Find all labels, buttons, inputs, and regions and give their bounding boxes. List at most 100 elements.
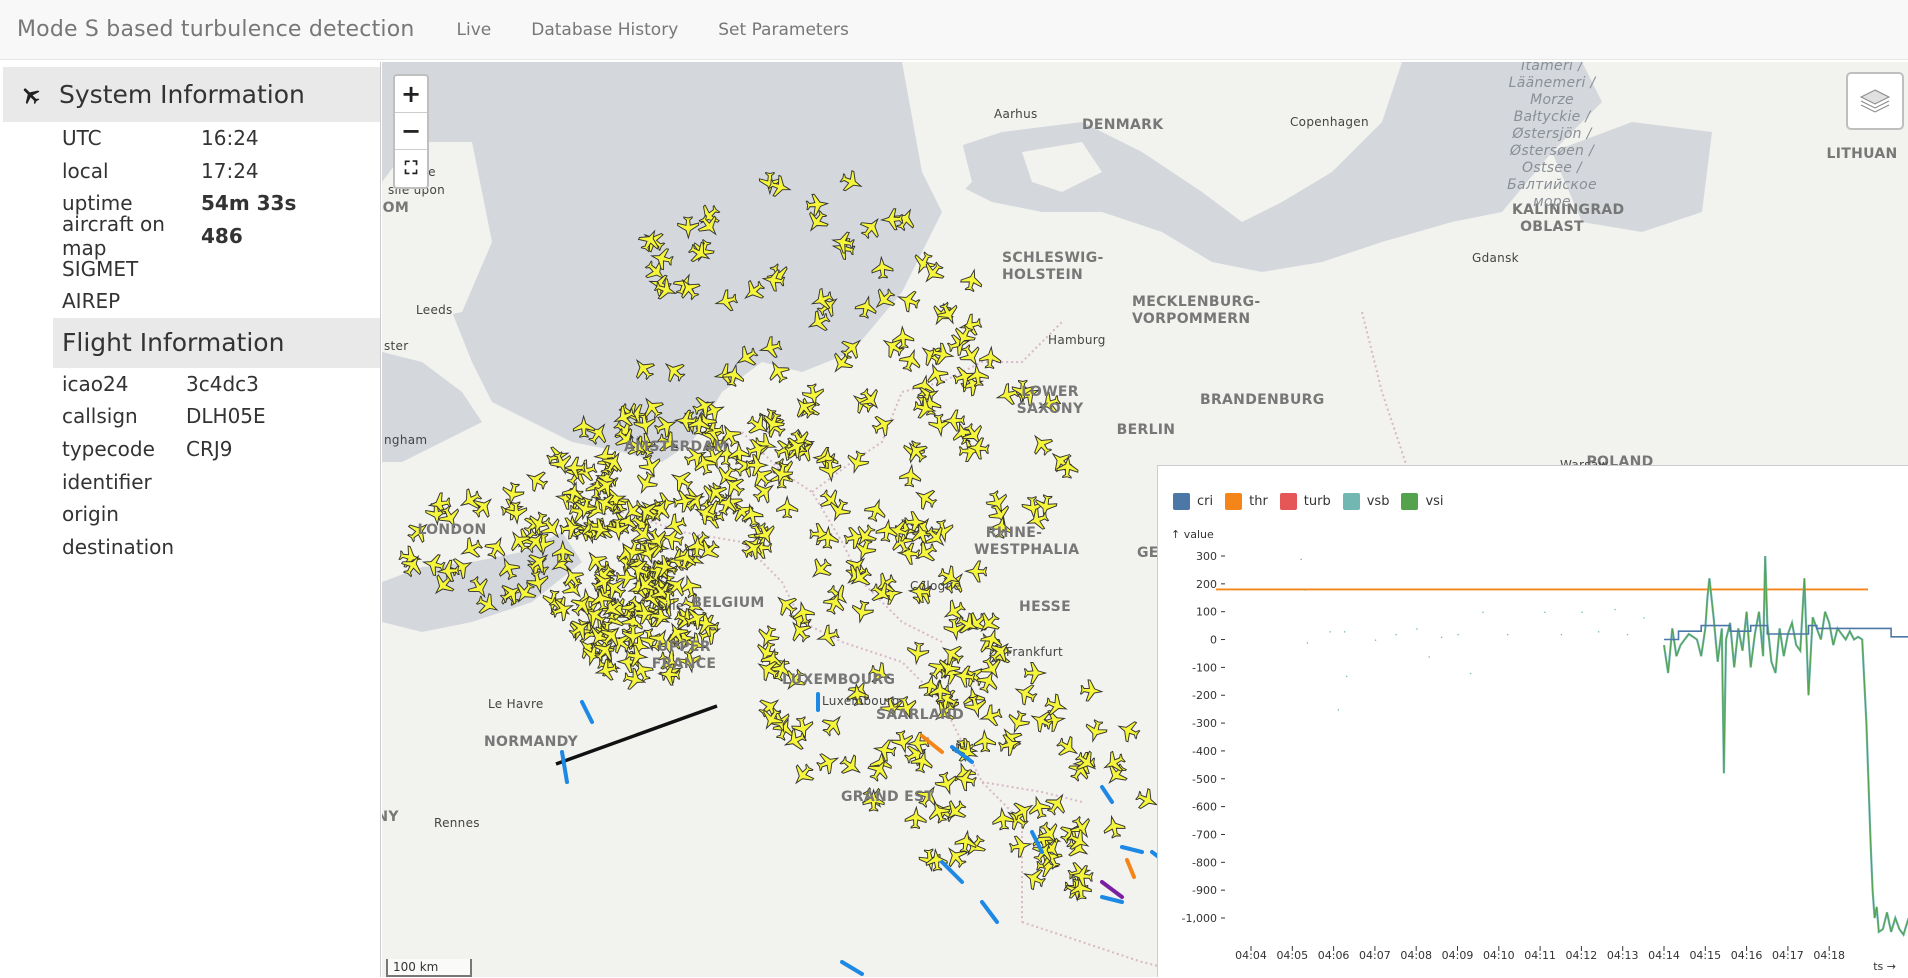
x-tick-label: 04:09 [1442, 949, 1474, 962]
aircraft-marker [907, 641, 930, 666]
legend-item-vsi[interactable]: vsi [1401, 493, 1444, 510]
turbulence-segment [560, 750, 569, 784]
system-label: AIREP [62, 289, 121, 314]
flight-value: 3c4dc3 [186, 371, 259, 396]
zoom-out-button[interactable]: − [395, 113, 427, 150]
aircraft-marker [899, 463, 922, 488]
flight-value: CRJ9 [186, 437, 233, 462]
legend-item-cri[interactable]: cri [1173, 493, 1213, 510]
aircraft-marker [904, 805, 927, 830]
map-label: Lille [658, 599, 684, 613]
aircraft-marker [525, 471, 549, 493]
x-tick-label: 04:05 [1276, 949, 1308, 962]
legend-swatch [1342, 493, 1360, 510]
system-label: SIGMET [62, 256, 139, 281]
aircraft-marker [851, 599, 874, 624]
x-axis-label: ts → [1873, 960, 1896, 973]
x-tick-label: 04:11 [1524, 949, 1556, 962]
y-tick-label: 0 [1210, 634, 1217, 647]
y-tick-label: 200 [1196, 578, 1217, 591]
nav-link-database-history[interactable]: Database History [511, 20, 698, 40]
y-tick-label: -500 [1192, 773, 1217, 786]
system-row: aircraft on map 486 [0, 212, 380, 260]
nav-link-live[interactable]: Live [437, 20, 512, 40]
system-value: 54m 33s [201, 191, 297, 216]
plane-icon [3, 84, 59, 106]
aircraft-marker [973, 728, 997, 753]
map-label: Aarhus [994, 107, 1038, 121]
aircraft-marker [816, 753, 840, 775]
system-info-list: UTC 16:24 local 17:24 uptime 54m 33s aircraft … [0, 122, 380, 318]
flight-row: identifier [0, 465, 380, 498]
flight-information-header: Flight Information [53, 317, 380, 368]
flight-row: icao24 3c4dc3 [0, 368, 380, 401]
vsb-point [1428, 656, 1430, 658]
map-label: LUXEMBOURG [782, 672, 896, 688]
map-label: SAARLAND [876, 707, 965, 723]
y-tick-label: -600 [1192, 801, 1217, 814]
cri-series-line [1664, 624, 1908, 641]
aircraft-marker [1034, 434, 1054, 456]
map-label: GRAND EST [841, 789, 935, 805]
zoom-control: + − ⛶ [393, 74, 429, 189]
vsb-point [1597, 631, 1600, 633]
system-information-header: System Information [3, 67, 380, 122]
vsb-point [1345, 675, 1348, 678]
aircraft-marker [915, 489, 938, 511]
turbulence-segment [1120, 845, 1144, 854]
turbulence-segment [1125, 858, 1136, 879]
zoom-in-button[interactable]: + [395, 76, 427, 113]
aircraft-marker [811, 558, 832, 578]
turbulence-segment [1100, 785, 1114, 804]
aircraft-marker [908, 442, 928, 463]
vsb-point [1300, 558, 1302, 561]
layers-icon [1859, 89, 1891, 113]
vsb-point [1304, 589, 1306, 591]
x-tick-label: 04:04 [1235, 949, 1267, 962]
flight-label: callsign [62, 404, 138, 429]
aircraft-marker [792, 600, 816, 625]
map-label: LITHUAN [1826, 146, 1898, 162]
x-tick-label: 04:07 [1359, 949, 1391, 962]
flight-label: typecode [62, 437, 155, 462]
map-label: Frankfurt [1006, 645, 1064, 659]
map-label: SCHLESWIG- HOLSTEIN [1002, 250, 1104, 283]
vsb-point [1643, 617, 1645, 619]
aircraft-marker [636, 471, 658, 495]
turbulence-segment [840, 960, 864, 976]
map-label: Copenhagen [1290, 115, 1369, 129]
legend-item-thr[interactable]: thr [1225, 493, 1268, 510]
legend-label: vsi [1425, 494, 1444, 509]
nav-link-set-parameters[interactable]: Set Parameters [698, 20, 869, 40]
map-label: GDOM [382, 200, 410, 216]
aircraft-marker [839, 754, 861, 774]
map-label: MECKLENBURG- VORPOMMERN [1132, 294, 1261, 327]
aircraft-marker [928, 413, 951, 438]
layers-button[interactable] [1846, 72, 1904, 130]
selected-flight-track [555, 704, 718, 766]
system-value: 486 [201, 224, 243, 249]
turbulence-segment [980, 900, 999, 924]
vsb-point [1507, 633, 1509, 636]
aircraft-marker [1023, 662, 1048, 684]
vsb-point [1626, 633, 1629, 636]
legend-swatch [1401, 493, 1419, 510]
y-tick-label: -800 [1192, 856, 1217, 869]
aircraft-marker [1014, 684, 1038, 706]
fullscreen-button[interactable]: ⛶ [395, 150, 427, 187]
aircraft-marker [934, 771, 957, 796]
aircraft-marker [1117, 721, 1141, 743]
legend-item-turb[interactable]: turb [1279, 493, 1331, 510]
flight-label: origin [62, 502, 119, 527]
legend-item-vsb[interactable]: vsb [1342, 493, 1389, 510]
flight-row: typecode CRJ9 [0, 433, 380, 466]
y-tick-label: -300 [1192, 717, 1217, 730]
turbulence-segment [1100, 895, 1124, 904]
map-label: UPPER FRANCE [651, 639, 717, 672]
y-tick-label: -100 [1192, 661, 1217, 674]
x-tick-label: 04:16 [1731, 949, 1763, 962]
flight-row: destination [0, 531, 380, 564]
vsb-point [1416, 628, 1418, 630]
turbulence-segment [580, 700, 594, 724]
app-title[interactable]: Mode S based turbulence detection [0, 17, 415, 42]
